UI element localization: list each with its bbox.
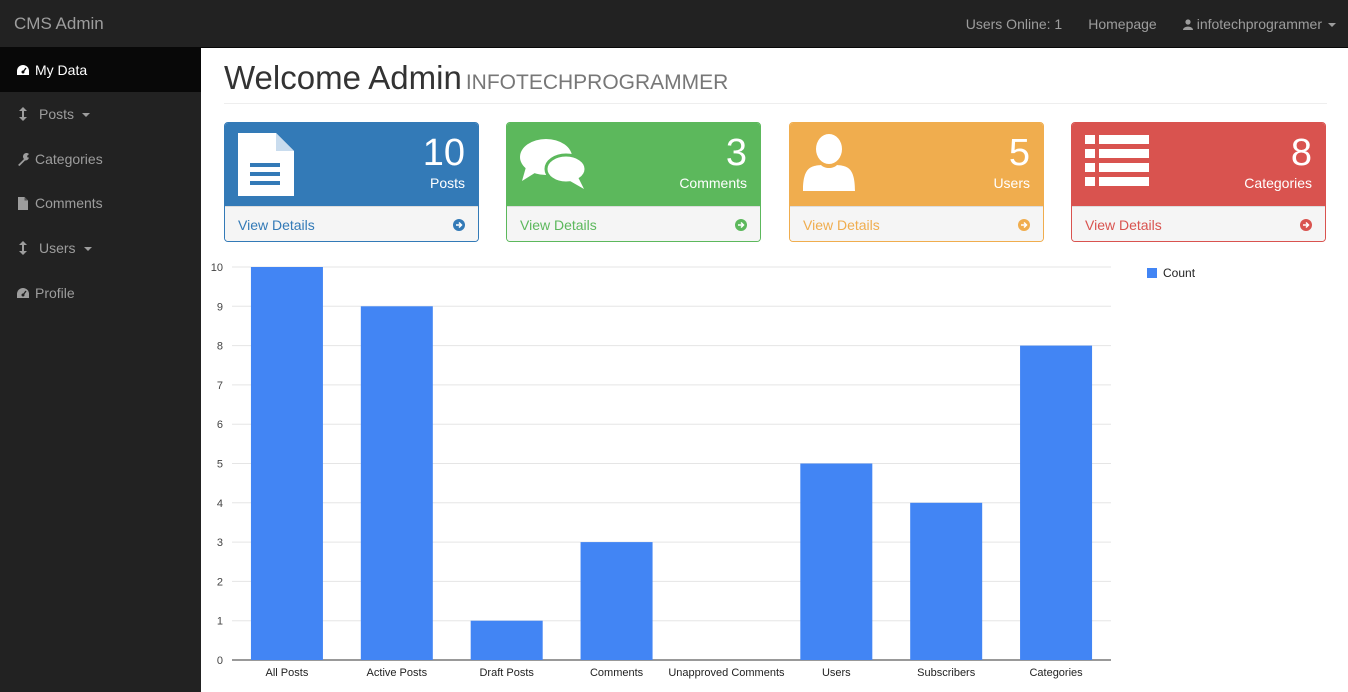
arrows-v-icon	[15, 107, 31, 121]
chart-bar[interactable]	[360, 306, 433, 660]
main-content: Welcome Admin INFOTECHPROGRAMMER 10 Posts…	[201, 48, 1348, 692]
y-tick-label: 1	[217, 616, 223, 628]
chevron-down-icon	[82, 113, 91, 117]
x-tick-label: Draft Posts	[479, 667, 534, 679]
x-tick-label: All Posts	[266, 667, 309, 679]
y-tick-label: 8	[217, 341, 223, 353]
x-tick-label: Comments	[590, 667, 644, 679]
arrow-circle-right-icon	[1018, 219, 1030, 231]
chart-bar[interactable]	[1020, 345, 1093, 660]
chart-bar[interactable]	[580, 542, 653, 660]
comments-icon	[520, 137, 588, 198]
y-tick-label: 7	[217, 380, 223, 392]
chart-bar[interactable]	[910, 502, 983, 660]
sidebar-item-my-data[interactable]: My Data	[0, 48, 201, 92]
sidebar-item-label: Users	[39, 240, 76, 256]
sidebar-item-label: Posts	[39, 106, 75, 122]
page-header: Welcome Admin INFOTECHPROGRAMMER	[224, 58, 1327, 104]
comments-count: 3	[725, 132, 747, 174]
brand-link[interactable]: CMS Admin	[14, 14, 104, 34]
categories-panel-heading: 8 Categories	[1072, 123, 1325, 206]
arrow-circle-right-icon	[735, 219, 747, 231]
view-details-label: View Details	[1085, 217, 1162, 233]
view-details-label: View Details	[520, 217, 597, 233]
sidebar-item-label: My Data	[35, 62, 88, 78]
posts-panel: 10 Posts View Details	[224, 122, 479, 242]
users-count: 5	[1008, 132, 1030, 174]
x-tick-label: Unapproved Comments	[668, 667, 785, 679]
chevron-down-icon	[1328, 23, 1336, 27]
homepage-link[interactable]: Homepage	[1075, 16, 1170, 32]
posts-count: 10	[422, 132, 465, 174]
arrow-circle-right-icon	[453, 219, 465, 231]
sidebar-item-profile[interactable]: Profile	[0, 271, 201, 315]
users-panel-heading: 5 Users	[790, 123, 1043, 206]
page-title-text: Welcome Admin	[224, 59, 462, 96]
top-navbar: CMS Admin Users Online: 1 Homepage infot…	[0, 0, 1348, 48]
sidebar-item-label: Categories	[35, 151, 103, 167]
page-subtitle: INFOTECHPROGRAMMER	[465, 71, 729, 94]
legend-swatch	[1147, 268, 1157, 278]
x-tick-label: Active Posts	[367, 667, 428, 679]
y-tick-label: 9	[217, 301, 223, 313]
sidebar-item-label: Profile	[35, 285, 75, 301]
dashboard-icon	[15, 63, 31, 77]
y-tick-label: 3	[217, 537, 223, 549]
username-label: infotechprogrammer	[1196, 16, 1322, 32]
sidebar-item-comments[interactable]: Comments	[0, 181, 201, 225]
chart-legend: Count	[1147, 266, 1195, 280]
y-tick-label: 6	[217, 419, 223, 431]
sidebar: My Data Posts Categories Comments Users …	[0, 48, 201, 692]
sidebar-item-label: Comments	[35, 195, 103, 211]
wrench-icon	[15, 152, 31, 166]
arrows-v-icon	[15, 241, 31, 255]
user-dropdown[interactable]: infotechprogrammer	[1170, 16, 1348, 32]
x-tick-label: Users	[822, 667, 851, 679]
users-view-details[interactable]: View Details	[790, 206, 1043, 241]
x-tick-label: Subscribers	[917, 667, 976, 679]
x-tick-label: Categories	[1029, 667, 1083, 679]
comments-panel-heading: 3 Comments	[507, 123, 760, 206]
user-icon	[803, 133, 855, 196]
comments-panel: 3 Comments View Details	[506, 122, 761, 242]
view-details-label: View Details	[238, 217, 315, 233]
y-tick-label: 2	[217, 576, 223, 588]
legend-label: Count	[1163, 266, 1196, 280]
chart-bar[interactable]	[800, 463, 873, 661]
file-icon	[15, 196, 31, 210]
sidebar-item-categories[interactable]: Categories	[0, 137, 201, 181]
y-tick-label: 0	[217, 655, 223, 667]
users-label: Users	[993, 175, 1030, 191]
categories-label: Categories	[1244, 175, 1312, 191]
user-icon	[1182, 18, 1193, 30]
sidebar-item-users[interactable]: Users	[0, 226, 201, 270]
chevron-down-icon	[83, 247, 92, 251]
chart-bar[interactable]	[470, 620, 543, 660]
dashboard-icon	[15, 286, 31, 300]
sidebar-item-posts[interactable]: Posts	[0, 92, 201, 136]
view-details-label: View Details	[803, 217, 880, 233]
page-title: Welcome Admin INFOTECHPROGRAMMER	[224, 58, 1327, 103]
chart-bar[interactable]	[250, 267, 323, 660]
bar-chart: 0 1 2 3 4 5 6 7 8 9 10 All Posts Active Posts Draft P…	[211, 262, 1111, 679]
categories-view-details[interactable]: View Details	[1072, 206, 1325, 241]
posts-panel-heading: 10 Posts	[225, 123, 478, 206]
users-panel: 5 Users View Details	[789, 122, 1044, 242]
list-icon	[1085, 135, 1149, 192]
y-tick-label: 4	[217, 498, 223, 510]
comments-view-details[interactable]: View Details	[507, 206, 760, 241]
posts-view-details[interactable]: View Details	[225, 206, 478, 241]
comments-label: Comments	[679, 175, 747, 191]
y-tick-label: 5	[217, 459, 223, 471]
posts-label: Posts	[429, 175, 465, 191]
categories-panel: 8 Categories View Details	[1071, 122, 1326, 242]
users-online: Users Online: 1	[965, 16, 1063, 32]
categories-count: 8	[1290, 132, 1312, 174]
arrow-circle-right-icon	[1300, 219, 1312, 231]
y-tick-label: 10	[211, 262, 223, 274]
file-text-icon	[238, 133, 294, 201]
navbar-right: Users Online: 1 Homepage infotechprogram…	[953, 0, 1348, 48]
